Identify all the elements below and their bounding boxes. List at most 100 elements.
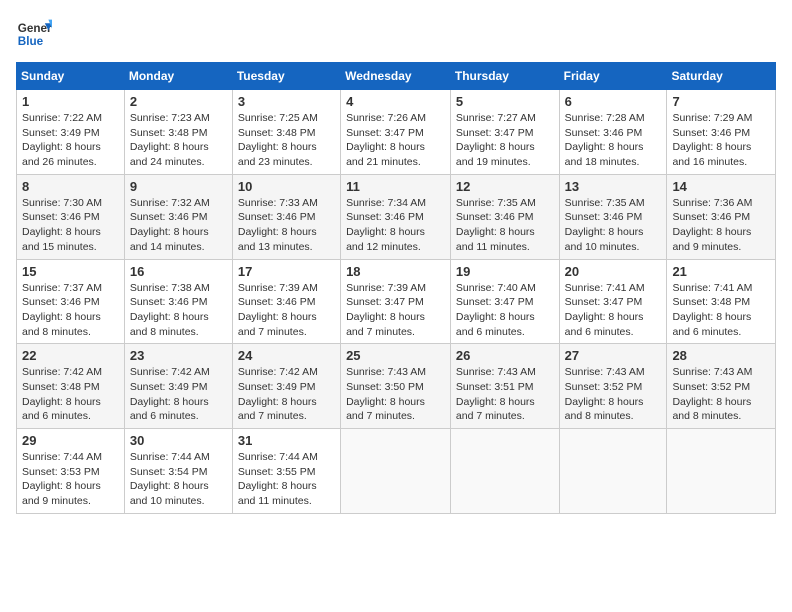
calendar-cell: 23Sunrise: 7:42 AM Sunset: 3:49 PM Dayli… [124, 344, 232, 429]
calendar-cell: 11Sunrise: 7:34 AM Sunset: 3:46 PM Dayli… [341, 174, 451, 259]
calendar-cell: 20 Sunrise: 7:41 AM Sunset: 3:47 PM Dayli… [559, 259, 667, 344]
day-number: 24 [238, 348, 335, 363]
day-number: 30 [130, 433, 227, 448]
day-info: Sunrise: 7:29 AM Sunset: 3:46 PM Dayligh… [672, 111, 770, 170]
day-number: 1 [22, 94, 119, 109]
header-row: Sunday Monday Tuesday Wednesday Thursday… [17, 63, 776, 90]
calendar-cell: 25 Sunrise: 7:43 AM Sunset: 3:50 PM Dayli… [341, 344, 451, 429]
calendar-cell: 19Sunrise: 7:40 AM Sunset: 3:47 PM Dayli… [450, 259, 559, 344]
day-number: 5 [456, 94, 554, 109]
calendar-week-row: 8 Sunrise: 7:30 AM Sunset: 3:46 PM Daylig… [17, 174, 776, 259]
calendar-cell [450, 429, 559, 514]
day-number: 9 [130, 179, 227, 194]
day-info: Sunrise: 7:43 AM Sunset: 3:52 PM Dayligh… [565, 365, 662, 424]
col-sunday: Sunday [17, 63, 125, 90]
day-info: Sunrise: 7:42 AM Sunset: 3:49 PM Dayligh… [130, 365, 227, 424]
day-info: Sunrise: 7:23 AM Sunset: 3:48 PM Dayligh… [130, 111, 227, 170]
day-number: 2 [130, 94, 227, 109]
day-info: Sunrise: 7:43 AM Sunset: 3:51 PM Dayligh… [456, 365, 554, 424]
calendar-cell: 13Sunrise: 7:35 AM Sunset: 3:46 PM Dayli… [559, 174, 667, 259]
day-number: 15 [22, 264, 119, 279]
day-info: Sunrise: 7:32 AM Sunset: 3:46 PM Dayligh… [130, 196, 227, 255]
day-number: 8 [22, 179, 119, 194]
calendar-cell: 30 Sunrise: 7:44 AM Sunset: 3:54 PM Dayli… [124, 429, 232, 514]
col-wednesday: Wednesday [341, 63, 451, 90]
calendar-cell: 26Sunrise: 7:43 AM Sunset: 3:51 PM Dayli… [450, 344, 559, 429]
calendar-cell: 24 Sunrise: 7:42 AM Sunset: 3:49 PM Dayli… [232, 344, 340, 429]
day-number: 22 [22, 348, 119, 363]
day-number: 3 [238, 94, 335, 109]
calendar-cell [341, 429, 451, 514]
calendar-cell: 8 Sunrise: 7:30 AM Sunset: 3:46 PM Daylig… [17, 174, 125, 259]
day-number: 18 [346, 264, 445, 279]
col-friday: Friday [559, 63, 667, 90]
calendar-table: Sunday Monday Tuesday Wednesday Thursday… [16, 62, 776, 514]
calendar-cell: 9 Sunrise: 7:32 AM Sunset: 3:46 PM Daylig… [124, 174, 232, 259]
day-info: Sunrise: 7:39 AM Sunset: 3:46 PM Dayligh… [238, 281, 335, 340]
day-info: Sunrise: 7:34 AM Sunset: 3:46 PM Dayligh… [346, 196, 445, 255]
day-number: 14 [672, 179, 770, 194]
calendar-cell: 18Sunrise: 7:39 AM Sunset: 3:47 PM Dayli… [341, 259, 451, 344]
day-number: 4 [346, 94, 445, 109]
day-number: 6 [565, 94, 662, 109]
day-info: Sunrise: 7:27 AM Sunset: 3:47 PM Dayligh… [456, 111, 554, 170]
day-info: Sunrise: 7:42 AM Sunset: 3:49 PM Dayligh… [238, 365, 335, 424]
day-number: 10 [238, 179, 335, 194]
day-info: Sunrise: 7:26 AM Sunset: 3:47 PM Dayligh… [346, 111, 445, 170]
day-number: 29 [22, 433, 119, 448]
day-info: Sunrise: 7:41 AM Sunset: 3:47 PM Dayligh… [565, 281, 662, 340]
calendar-cell: 10 Sunrise: 7:33 AM Sunset: 3:46 PM Dayli… [232, 174, 340, 259]
day-number: 12 [456, 179, 554, 194]
logo-icon: General Blue [16, 16, 52, 52]
col-thursday: Thursday [450, 63, 559, 90]
day-info: Sunrise: 7:43 AM Sunset: 3:50 PM Dayligh… [346, 365, 445, 424]
calendar-cell: 28 Sunrise: 7:43 AM Sunset: 3:52 PM Dayli… [667, 344, 776, 429]
day-number: 16 [130, 264, 227, 279]
day-number: 25 [346, 348, 445, 363]
calendar-cell: 4 Sunrise: 7:26 AM Sunset: 3:47 PM Daylig… [341, 90, 451, 175]
calendar-week-row: 1 Sunrise: 7:22 AM Sunset: 3:49 PM Daylig… [17, 90, 776, 175]
calendar-week-row: 22Sunrise: 7:42 AM Sunset: 3:48 PM Dayli… [17, 344, 776, 429]
calendar-cell: 14 Sunrise: 7:36 AM Sunset: 3:46 PM Dayli… [667, 174, 776, 259]
day-info: Sunrise: 7:28 AM Sunset: 3:46 PM Dayligh… [565, 111, 662, 170]
col-monday: Monday [124, 63, 232, 90]
day-info: Sunrise: 7:44 AM Sunset: 3:53 PM Dayligh… [22, 450, 119, 509]
day-number: 20 [565, 264, 662, 279]
calendar-cell: 16Sunrise: 7:38 AM Sunset: 3:46 PM Dayli… [124, 259, 232, 344]
calendar-cell: 22Sunrise: 7:42 AM Sunset: 3:48 PM Dayli… [17, 344, 125, 429]
day-info: Sunrise: 7:36 AM Sunset: 3:46 PM Dayligh… [672, 196, 770, 255]
calendar-cell: 5 Sunrise: 7:27 AM Sunset: 3:47 PM Daylig… [450, 90, 559, 175]
day-number: 31 [238, 433, 335, 448]
calendar-cell: 6 Sunrise: 7:28 AM Sunset: 3:46 PM Daylig… [559, 90, 667, 175]
calendar-cell: 1 Sunrise: 7:22 AM Sunset: 3:49 PM Daylig… [17, 90, 125, 175]
day-info: Sunrise: 7:35 AM Sunset: 3:46 PM Dayligh… [456, 196, 554, 255]
day-number: 28 [672, 348, 770, 363]
day-info: Sunrise: 7:43 AM Sunset: 3:52 PM Dayligh… [672, 365, 770, 424]
day-number: 19 [456, 264, 554, 279]
calendar-week-row: 15 Sunrise: 7:37 AM Sunset: 3:46 PM Dayli… [17, 259, 776, 344]
day-number: 17 [238, 264, 335, 279]
calendar-week-row: 29 Sunrise: 7:44 AM Sunset: 3:53 PM Dayli… [17, 429, 776, 514]
day-number: 7 [672, 94, 770, 109]
day-info: Sunrise: 7:30 AM Sunset: 3:46 PM Dayligh… [22, 196, 119, 255]
calendar-cell: 15 Sunrise: 7:37 AM Sunset: 3:46 PM Dayli… [17, 259, 125, 344]
day-info: Sunrise: 7:22 AM Sunset: 3:49 PM Dayligh… [22, 111, 119, 170]
calendar-cell: 2 Sunrise: 7:23 AM Sunset: 3:48 PM Daylig… [124, 90, 232, 175]
day-info: Sunrise: 7:33 AM Sunset: 3:46 PM Dayligh… [238, 196, 335, 255]
calendar-cell: 7 Sunrise: 7:29 AM Sunset: 3:46 PM Daylig… [667, 90, 776, 175]
col-saturday: Saturday [667, 63, 776, 90]
calendar-cell: 21Sunrise: 7:41 AM Sunset: 3:48 PM Dayli… [667, 259, 776, 344]
page-header: General Blue [16, 16, 776, 52]
day-info: Sunrise: 7:35 AM Sunset: 3:46 PM Dayligh… [565, 196, 662, 255]
col-tuesday: Tuesday [232, 63, 340, 90]
calendar-cell [667, 429, 776, 514]
day-number: 21 [672, 264, 770, 279]
calendar-cell: 12 Sunrise: 7:35 AM Sunset: 3:46 PM Dayli… [450, 174, 559, 259]
day-info: Sunrise: 7:37 AM Sunset: 3:46 PM Dayligh… [22, 281, 119, 340]
calendar-cell: 3 Sunrise: 7:25 AM Sunset: 3:48 PM Daylig… [232, 90, 340, 175]
day-info: Sunrise: 7:44 AM Sunset: 3:54 PM Dayligh… [130, 450, 227, 509]
day-info: Sunrise: 7:25 AM Sunset: 3:48 PM Dayligh… [238, 111, 335, 170]
day-info: Sunrise: 7:44 AM Sunset: 3:55 PM Dayligh… [238, 450, 335, 509]
logo: General Blue [16, 16, 52, 52]
calendar-cell: 27Sunrise: 7:43 AM Sunset: 3:52 PM Dayli… [559, 344, 667, 429]
